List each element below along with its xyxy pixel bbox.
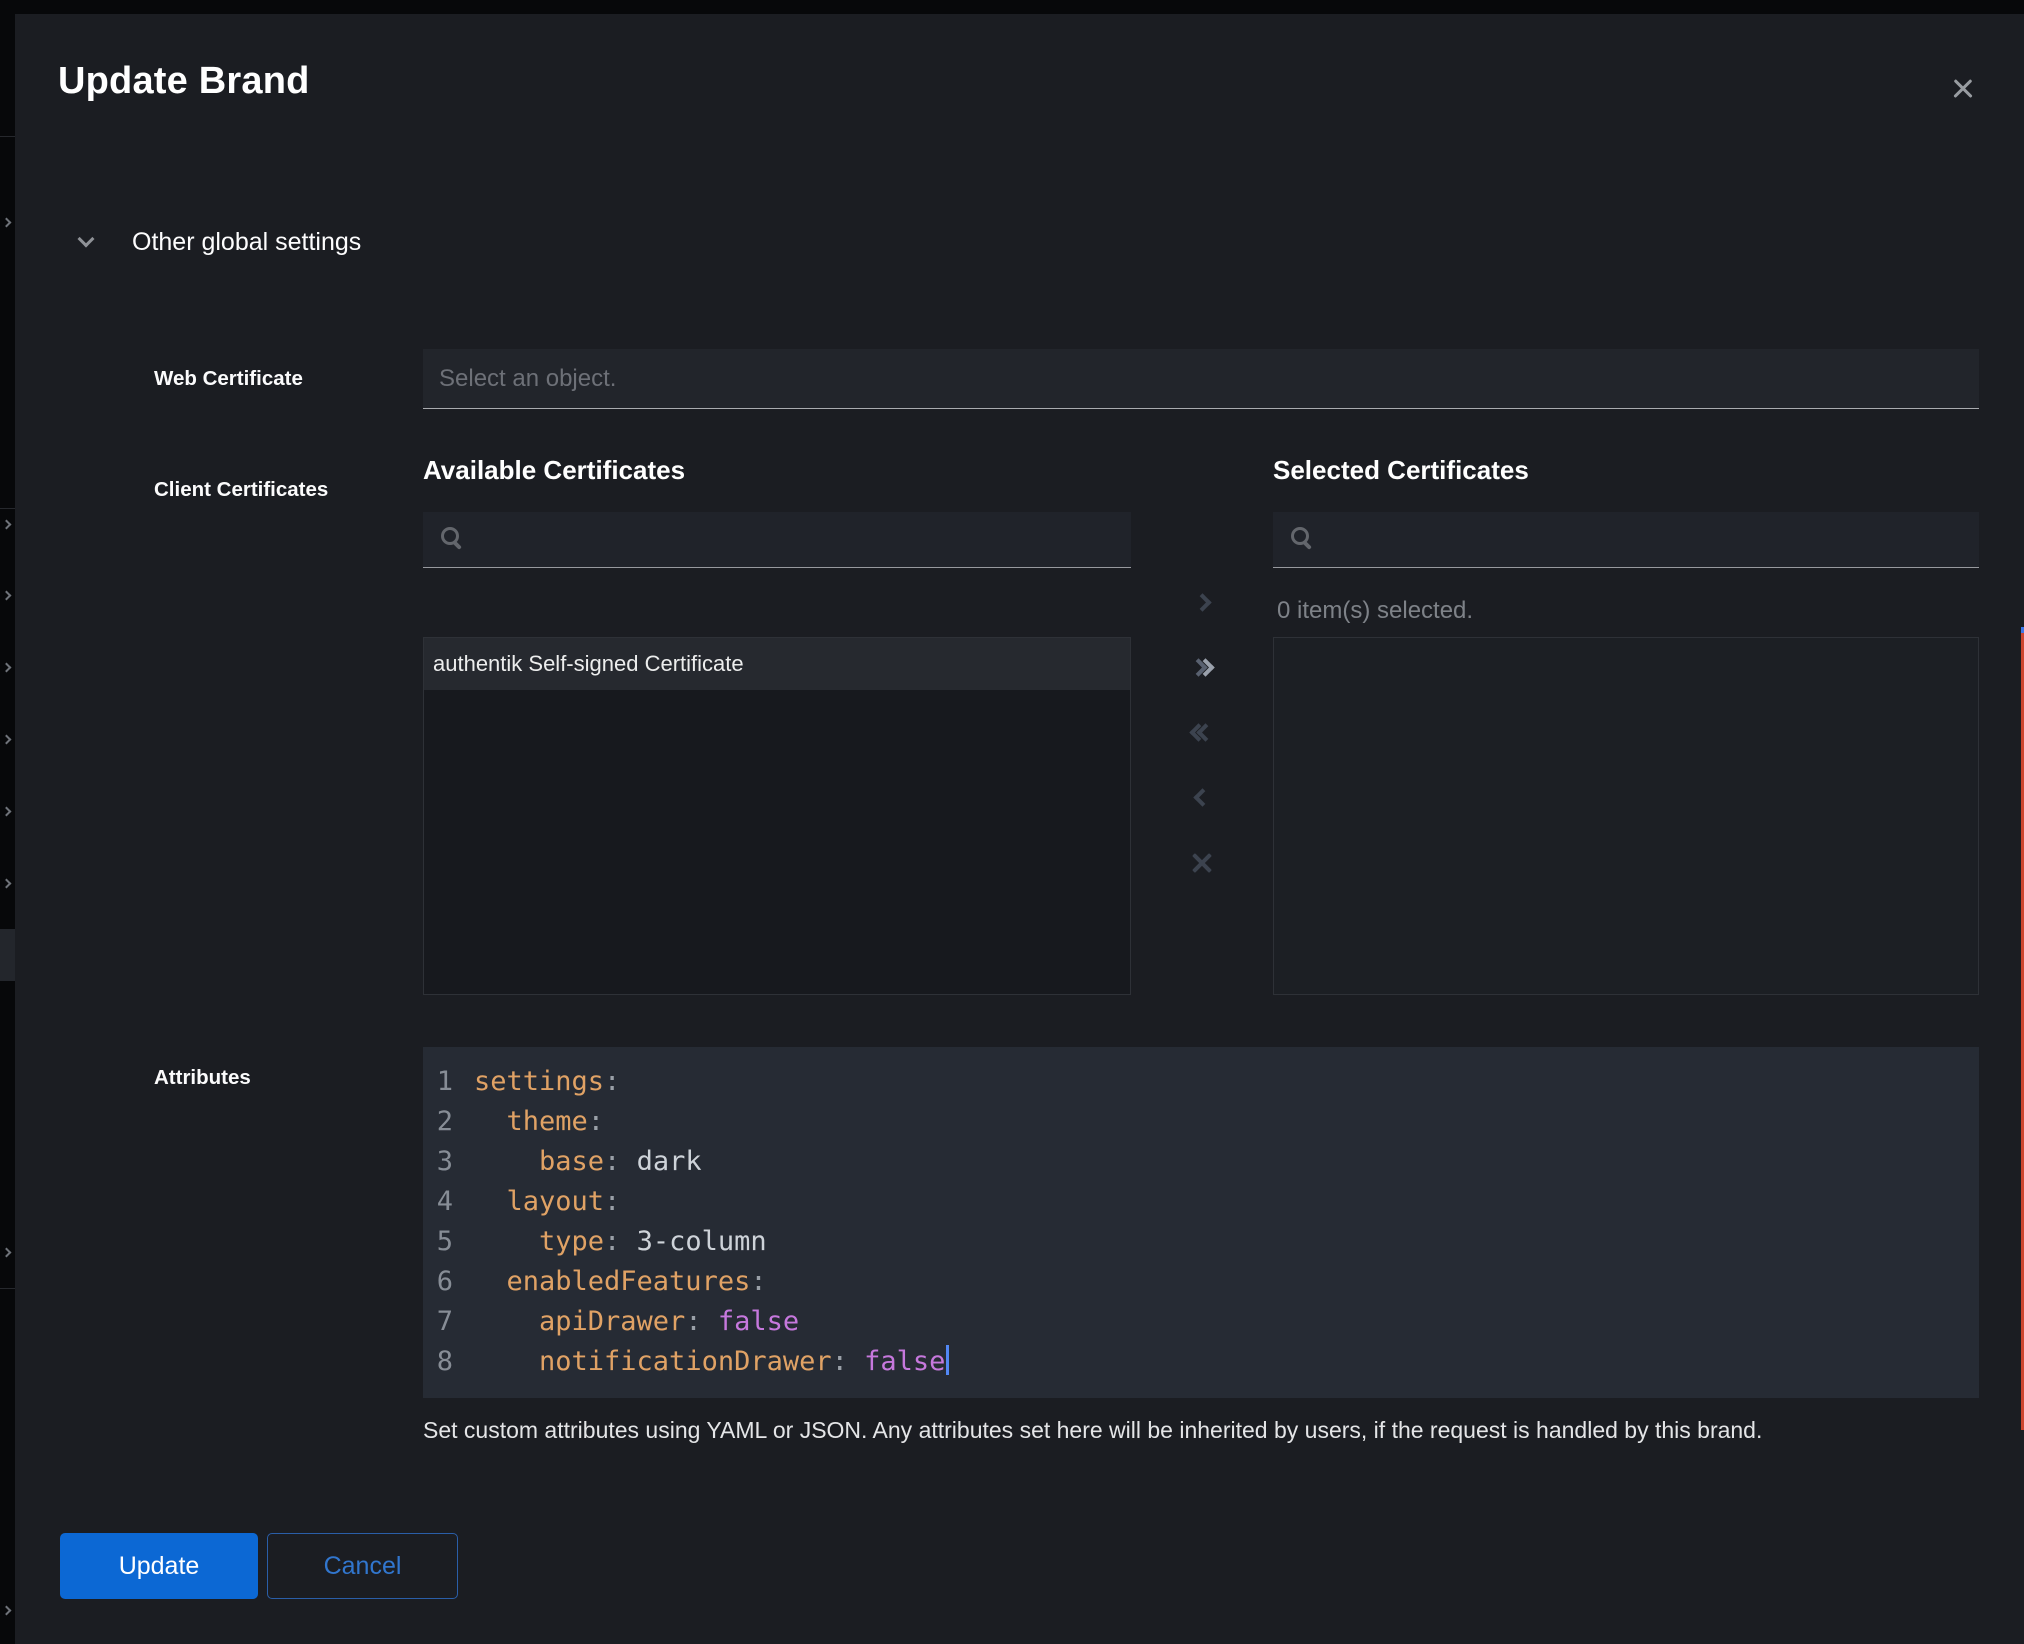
- chevron-right-icon: [2, 663, 12, 673]
- search-icon: [1291, 527, 1309, 545]
- chevron-right-icon: [2, 1606, 12, 1616]
- search-icon: [441, 527, 459, 545]
- selected-count-status: 0 item(s) selected.: [1277, 597, 1473, 625]
- code-line: 3 base:dark: [423, 1142, 1979, 1182]
- web-certificate-input[interactable]: [423, 349, 1979, 409]
- transfer-clear-button[interactable]: [1131, 841, 1273, 885]
- chevron-down-icon: [78, 231, 95, 248]
- text-cursor: [946, 1345, 949, 1375]
- attributes-help-text: Set custom attributes using YAML or JSON…: [423, 1417, 1943, 1444]
- code-line: 7 apiDrawer:false: [423, 1302, 1979, 1342]
- background-page-left-edge: [0, 0, 15, 1644]
- chevron-right-icon: [2, 735, 12, 745]
- code-line: 4 layout:: [423, 1182, 1979, 1222]
- line-number: 6: [423, 1262, 453, 1302]
- attributes-label: Attributes: [154, 1066, 251, 1090]
- expander-label: Other global settings: [132, 228, 361, 257]
- available-search-input[interactable]: [423, 512, 1131, 567]
- chevron-right-icon: [2, 807, 12, 817]
- divider: [0, 136, 15, 137]
- x-icon: [1190, 851, 1214, 875]
- line-number: 1: [423, 1062, 453, 1102]
- line-number: 3: [423, 1142, 453, 1182]
- available-certificates-list[interactable]: authentik Self-signed Certificate: [423, 637, 1131, 995]
- list-item[interactable]: authentik Self-signed Certificate: [424, 638, 1130, 690]
- background-selected-row: [0, 929, 15, 981]
- transfer-add-all-button[interactable]: [1131, 645, 1273, 689]
- divider: [0, 508, 15, 509]
- line-number: 8: [423, 1342, 453, 1382]
- chevron-right-icon: [2, 520, 12, 530]
- selected-certificates-heading: Selected Certificates: [1273, 455, 1529, 486]
- transfer-add-button[interactable]: [1131, 580, 1273, 624]
- code-line: 1 settings:: [423, 1062, 1979, 1102]
- code-line: 2 theme:: [423, 1102, 1979, 1142]
- page-title: Update Brand: [58, 60, 310, 103]
- chevron-left-icon: [1193, 788, 1211, 806]
- cancel-button[interactable]: Cancel: [267, 1533, 458, 1599]
- divider: [0, 1288, 15, 1289]
- line-number: 7: [423, 1302, 453, 1342]
- line-number: 5: [423, 1222, 453, 1262]
- chevron-right-icon: [2, 1248, 12, 1258]
- line-number: 2: [423, 1102, 453, 1142]
- selected-search: [1273, 512, 1979, 568]
- transfer-remove-button[interactable]: [1131, 775, 1273, 819]
- web-certificate-label: Web Certificate: [154, 349, 303, 409]
- selected-certificates-list[interactable]: [1273, 637, 1979, 995]
- code-line: 5 type:3-column: [423, 1222, 1979, 1262]
- close-button[interactable]: [1944, 70, 1982, 108]
- attributes-code-editor[interactable]: 1 settings: 2 theme: 3 base:dark 4 layou…: [423, 1047, 1979, 1398]
- transfer-remove-all-button[interactable]: [1131, 710, 1273, 754]
- code-line: 8 notificationDrawer:false: [423, 1342, 1979, 1382]
- available-search: [423, 512, 1131, 568]
- chevron-right-icon: [1193, 593, 1211, 611]
- selected-search-input[interactable]: [1273, 512, 1979, 567]
- line-number: 4: [423, 1182, 453, 1222]
- client-certificates-label: Client Certificates: [154, 478, 328, 502]
- chevron-right-icon: [2, 879, 12, 889]
- chevron-right-icon: [2, 218, 12, 228]
- update-button[interactable]: Update: [60, 1533, 258, 1599]
- other-global-settings-expander[interactable]: Other global settings: [80, 228, 361, 257]
- chevron-right-icon: [2, 591, 12, 601]
- available-certificates-heading: Available Certificates: [423, 455, 685, 486]
- code-line: 6 enabledFeatures:: [423, 1262, 1979, 1302]
- background-page-top-edge: [0, 0, 2024, 14]
